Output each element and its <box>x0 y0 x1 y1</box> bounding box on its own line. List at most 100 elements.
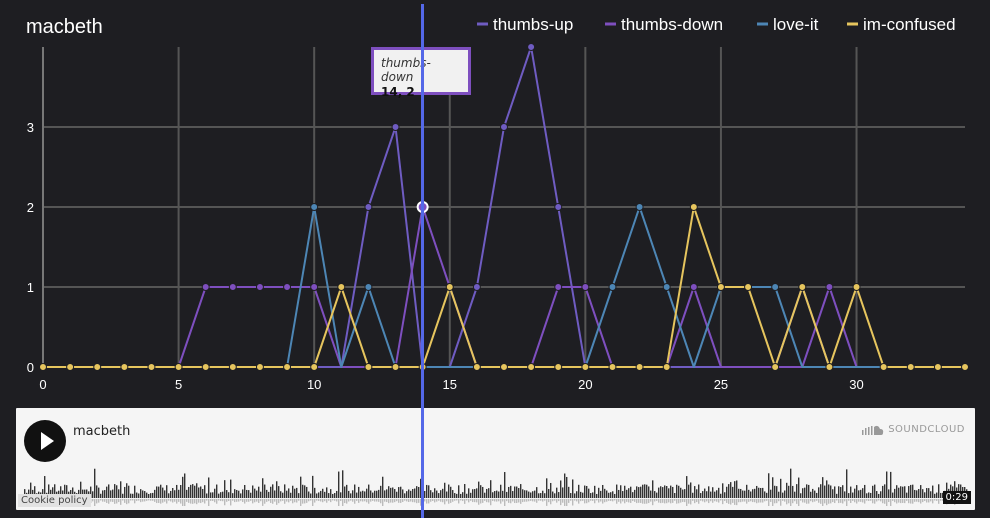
data-point[interactable] <box>852 283 861 291</box>
waveform-bar <box>486 488 488 498</box>
waveform-reflection <box>734 499 736 505</box>
soundcloud-brand[interactable]: SOUNDCLOUD <box>862 424 965 435</box>
data-point[interactable] <box>310 283 319 291</box>
data-point[interactable] <box>255 363 264 371</box>
waveform-bar <box>226 490 228 498</box>
legend[interactable]: thumbs-up thumbs-down love-it im-confused <box>477 15 956 34</box>
data-point[interactable] <box>391 363 400 371</box>
data-point[interactable] <box>608 363 617 371</box>
data-point[interactable] <box>527 43 536 51</box>
play-button[interactable] <box>24 420 66 462</box>
data-point[interactable] <box>500 123 508 131</box>
x-tick-label: 30 <box>849 377 863 392</box>
waveform-bar <box>560 480 562 498</box>
data-point[interactable] <box>961 363 969 371</box>
data-point[interactable] <box>283 283 292 291</box>
waveform-bar <box>744 490 746 498</box>
waveform-bar <box>898 487 900 498</box>
data-point[interactable] <box>554 363 563 371</box>
legend-item-thumbs-down[interactable]: thumbs-down <box>605 15 723 34</box>
data-point[interactable] <box>283 363 292 371</box>
data-point[interactable] <box>662 363 671 371</box>
data-point[interactable] <box>39 363 47 371</box>
track-title[interactable]: macbeth <box>73 424 130 439</box>
waveform[interactable] <box>24 462 968 506</box>
playhead-cursor[interactable] <box>421 4 424 518</box>
waveform-bar <box>122 493 124 498</box>
waveform-reflection <box>396 499 398 502</box>
waveform-reflection <box>194 499 196 504</box>
series-thumbs-up <box>43 43 965 368</box>
waveform-reflection <box>116 499 118 504</box>
data-point[interactable] <box>391 123 400 131</box>
data-point[interactable] <box>554 283 563 291</box>
waveform-bar <box>870 492 872 498</box>
data-point[interactable] <box>93 363 102 371</box>
legend-item-im-confused[interactable]: im-confused <box>847 15 956 34</box>
waveform-bar <box>892 492 894 498</box>
data-point[interactable] <box>689 203 698 211</box>
data-point[interactable] <box>364 283 373 291</box>
waveform-bar <box>438 493 440 498</box>
data-point[interactable] <box>228 283 237 291</box>
data-point[interactable] <box>879 363 888 371</box>
data-point[interactable] <box>771 283 780 291</box>
waveform-bar <box>210 492 212 498</box>
waveform-bar <box>550 482 552 498</box>
data-point[interactable] <box>608 283 617 291</box>
data-point[interactable] <box>201 283 210 291</box>
waveform-reflection <box>214 499 216 503</box>
data-point[interactable] <box>120 363 129 371</box>
data-point[interactable] <box>310 203 319 211</box>
data-point[interactable] <box>228 363 237 371</box>
data-point[interactable] <box>66 363 75 371</box>
waveform-reflection <box>222 499 224 502</box>
data-point[interactable] <box>445 283 454 291</box>
track-duration: 0:29 <box>942 491 971 504</box>
waveform-bar <box>424 490 426 498</box>
data-point[interactable] <box>527 363 536 371</box>
waveform-bar <box>774 485 776 498</box>
waveform-reflection <box>858 499 860 502</box>
data-point[interactable] <box>174 363 183 371</box>
data-point[interactable] <box>500 363 508 371</box>
waveform-reflection <box>306 499 308 503</box>
data-point[interactable] <box>798 283 807 291</box>
waveform-reflection <box>332 499 334 501</box>
data-point[interactable] <box>933 363 942 371</box>
data-point[interactable] <box>364 363 373 371</box>
data-point[interactable] <box>662 283 671 291</box>
data-point[interactable] <box>472 283 481 291</box>
data-point[interactable] <box>472 363 481 371</box>
data-point[interactable] <box>825 283 834 291</box>
data-point[interactable] <box>147 363 156 371</box>
data-point[interactable] <box>337 283 346 291</box>
data-point[interactable] <box>364 203 373 211</box>
data-point[interactable] <box>554 203 563 211</box>
cookie-policy-link[interactable]: Cookie policy <box>18 494 91 507</box>
waveform-bar <box>368 484 370 498</box>
series-thumbs-down <box>43 203 965 368</box>
waveform-reflection <box>628 499 630 503</box>
data-point[interactable] <box>310 363 319 371</box>
data-point[interactable] <box>635 363 644 371</box>
waveform-reflection <box>150 499 152 501</box>
waveform-reflection <box>466 499 468 501</box>
legend-item-thumbs-up[interactable]: thumbs-up <box>477 15 573 34</box>
data-point[interactable] <box>635 203 644 211</box>
data-point[interactable] <box>825 363 834 371</box>
data-point[interactable] <box>716 283 725 291</box>
data-point[interactable] <box>771 363 780 371</box>
data-point[interactable] <box>581 283 590 291</box>
waveform-reflection <box>402 499 404 502</box>
data-point[interactable] <box>689 283 698 291</box>
waveform-reflection <box>530 499 532 501</box>
waveform-bar <box>750 491 752 498</box>
waveform-bar <box>752 489 754 498</box>
data-point[interactable] <box>581 363 590 371</box>
data-point[interactable] <box>744 283 753 291</box>
data-point[interactable] <box>906 363 915 371</box>
data-point[interactable] <box>201 363 210 371</box>
data-point[interactable] <box>255 283 264 291</box>
legend-item-love-it[interactable]: love-it <box>757 15 819 34</box>
